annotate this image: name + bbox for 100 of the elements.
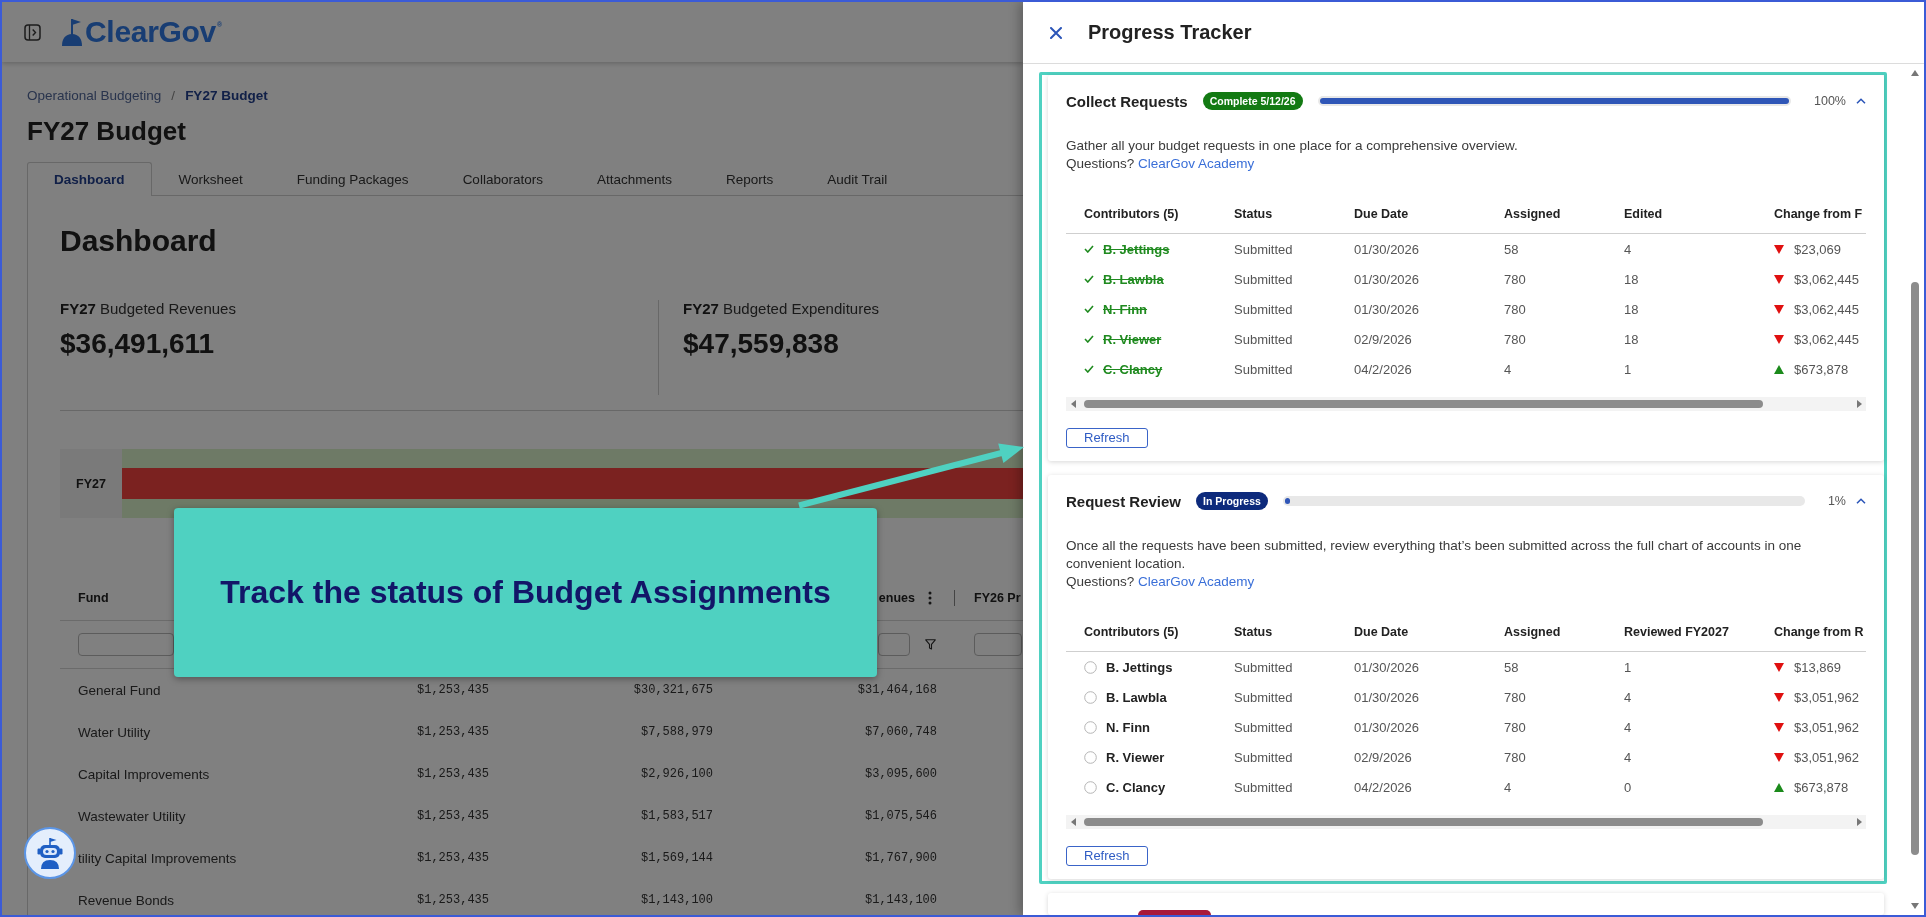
scroll-right-icon[interactable]	[1857, 818, 1862, 826]
amount-value: $1,253,435	[417, 683, 489, 697]
column-header: Contributors (5)	[1083, 625, 1179, 639]
help-text: Questions? ClearGov Academy	[1066, 155, 1255, 173]
status-badge: In Progress	[1196, 492, 1268, 510]
due-date: 01/30/2026	[1354, 271, 1420, 287]
callout-text: Track the status of Budget Assignments	[220, 574, 831, 611]
contributor-name: B. Jettings	[1106, 659, 1173, 675]
chevron-up-icon[interactable]	[1856, 98, 1866, 104]
filter-input[interactable]	[78, 633, 174, 656]
amount-value: $2,926,100	[641, 767, 713, 781]
change-amount: $3,051,962	[1794, 719, 1860, 735]
fund-name: General Fund	[78, 682, 161, 698]
fund-name: Water Utility	[78, 724, 151, 740]
status-text: Submitted	[1234, 779, 1293, 795]
chevron-up-icon[interactable]	[1856, 498, 1866, 504]
amount-value: $1,569,144	[641, 851, 713, 865]
column-header: Due Date	[1354, 207, 1409, 221]
step-description: Once all the requests have been submitted, review everything that’s been submitted across the full chart of accounts in one convenient location.	[1066, 537, 1803, 573]
amount-value: $1,143,100	[865, 893, 937, 907]
change-amount: $3,062,445	[1794, 271, 1860, 287]
kebab-menu-icon[interactable]	[927, 590, 933, 605]
percent-text: 100%	[1814, 94, 1846, 108]
due-date: 01/30/2026	[1354, 719, 1420, 735]
kpi-label: FY27 Budgeted Revenues	[60, 300, 236, 318]
amount-value: $1,253,435	[417, 893, 489, 907]
scrollbar-thumb[interactable]	[1911, 282, 1919, 855]
column-header: Assigned	[1504, 207, 1561, 221]
status-text: Submitted	[1234, 719, 1293, 735]
column-header: enues	[878, 590, 915, 605]
assigned-count: 58	[1504, 241, 1519, 257]
due-date: 04/2/2026	[1354, 361, 1412, 377]
amount-value: $1,583,517	[641, 809, 713, 823]
count-value: 0	[1624, 779, 1632, 795]
count-value: 18	[1624, 331, 1639, 347]
tab[interactable]: Dashboard	[27, 162, 152, 196]
close-icon[interactable]	[1050, 26, 1062, 39]
column-header: Contributors (5)	[1083, 207, 1179, 221]
scroll-left-icon[interactable]	[1071, 400, 1076, 408]
amount-value: $1,767,900	[865, 851, 937, 865]
amount-value: $3,095,600	[865, 767, 937, 781]
academy-link[interactable]: ClearGov Academy	[1138, 574, 1255, 589]
count-value: 4	[1624, 689, 1632, 705]
kpi-value: $47,559,838	[683, 327, 839, 361]
scroll-down-icon[interactable]	[1911, 903, 1919, 909]
count-value: 18	[1624, 271, 1639, 287]
filter-input[interactable]	[974, 633, 1022, 656]
amount-value: $7,060,748	[865, 725, 937, 739]
tab[interactable]: Reports	[698, 162, 801, 196]
amount-value: $1,253,435	[417, 725, 489, 739]
column-header: FY26 Pr	[974, 590, 1021, 605]
step-title: Request Review	[1066, 492, 1182, 510]
scrollbar-thumb[interactable]	[1084, 818, 1763, 826]
tab[interactable]: Audit Trail	[800, 162, 915, 196]
count-value: 4	[1624, 241, 1632, 257]
tab[interactable]: Collaborators	[435, 162, 570, 196]
sidebar-toggle-icon[interactable]	[24, 23, 41, 41]
count-value: 4	[1624, 749, 1632, 765]
contributor-name: B. Lawbla	[1106, 689, 1167, 705]
scroll-left-icon[interactable]	[1071, 818, 1076, 826]
status-text: Submitted	[1234, 659, 1293, 675]
column-header: Due Date	[1354, 625, 1409, 639]
due-date: 04/2/2026	[1354, 779, 1412, 795]
logo-text: ClearGov$^{®}$	[85, 15, 222, 49]
tab[interactable]: Worksheet	[151, 162, 270, 196]
scroll-up-icon[interactable]	[1911, 70, 1919, 76]
tab[interactable]: Funding Packages	[269, 162, 436, 196]
filter-icon[interactable]	[925, 639, 936, 650]
status-badge: Complete 5/12/26	[1202, 92, 1303, 110]
amount-value: $1,253,435	[417, 851, 489, 865]
assigned-count: 780	[1504, 749, 1526, 765]
change-amount: $23,069	[1794, 241, 1841, 257]
contributor-name: B. Jettings	[1103, 241, 1170, 257]
contributor-name: C. Clancy	[1106, 779, 1166, 795]
count-value: 1	[1624, 659, 1632, 675]
refresh-button[interactable]: Refresh	[1066, 428, 1148, 448]
change-amount: $3,051,962	[1794, 689, 1860, 705]
contributor-name: N. Finn	[1103, 301, 1148, 317]
scrollbar-thumb[interactable]	[1084, 400, 1763, 408]
refresh-button[interactable]: Refresh	[1066, 846, 1148, 866]
tab[interactable]: Attachments	[569, 162, 699, 196]
column-header: Assigned	[1504, 625, 1561, 639]
kpi-value: $36,491,611	[60, 327, 215, 361]
assigned-count: 780	[1504, 271, 1526, 287]
column-header: Status	[1234, 625, 1273, 639]
assigned-count: 780	[1504, 689, 1526, 705]
status-text: Submitted	[1234, 331, 1293, 347]
column-header: Reviewed FY2027	[1624, 625, 1729, 639]
breadcrumb-link[interactable]: Operational Budgeting	[27, 87, 162, 103]
academy-link[interactable]: ClearGov Academy	[1138, 156, 1255, 171]
fund-name: tility Capital Improvements	[78, 850, 237, 866]
amount-value: $1,143,100	[641, 893, 713, 907]
status-text: Submitted	[1234, 689, 1293, 705]
page-title: FY27 Budget	[27, 116, 186, 146]
status-text: Submitted	[1234, 361, 1293, 377]
scroll-right-icon[interactable]	[1857, 400, 1862, 408]
change-amount: $3,062,445	[1794, 331, 1860, 347]
column-header: Status	[1234, 207, 1273, 221]
fund-name: Wastewater Utility	[78, 808, 186, 824]
filter-input[interactable]	[878, 633, 910, 656]
